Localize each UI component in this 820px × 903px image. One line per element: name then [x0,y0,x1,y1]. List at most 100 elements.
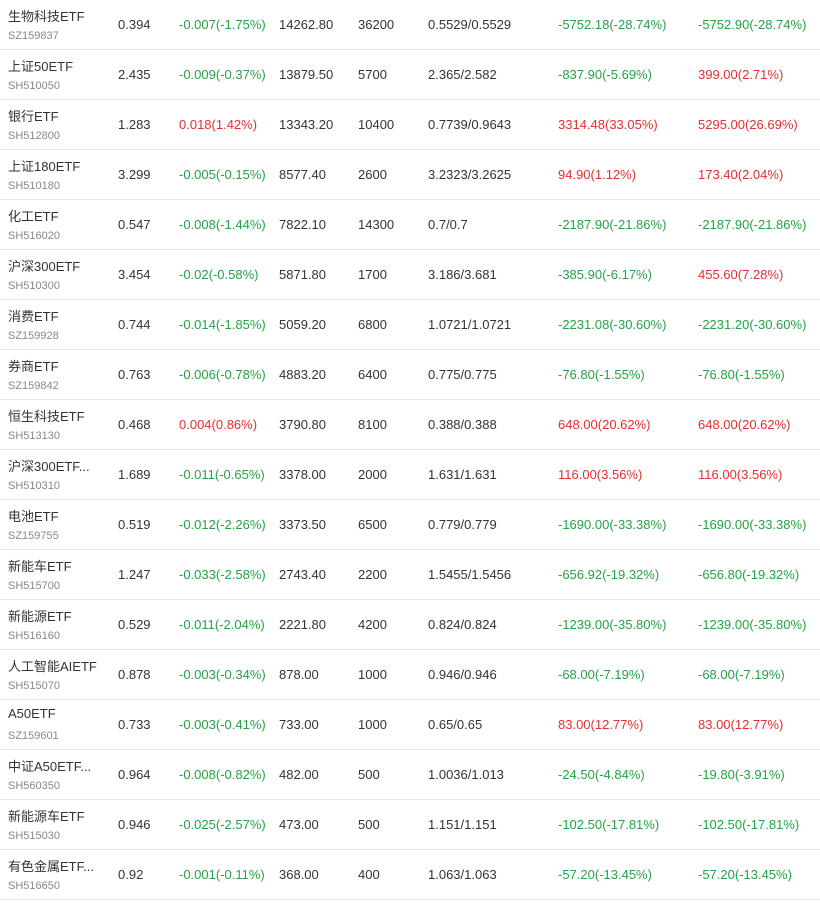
table-row[interactable]: A50ETF SZ159601 0.733 -0.003(-0.41%) 733… [0,700,820,750]
table-row[interactable]: 化工ETF SH516020 0.547 -0.008(-1.44%) 7822… [0,200,820,250]
market-value: 5059.20 [279,317,326,332]
market-value: 368.00 [279,867,319,882]
table-row[interactable]: 有色金属ETF... SH516650 0.92 -0.001(-0.11%) … [0,850,820,900]
table-row[interactable]: 生物科技ETF SZ159837 0.394 -0.007(-1.75%) 14… [0,0,820,50]
holding-quantity: 2200 [358,567,387,582]
security-cell: 新能车ETF SH515700 [8,550,108,599]
security-cell: 沪深300ETF SH510300 [8,250,108,299]
cost-price: 1.0036/1.013 [428,767,504,782]
security-cell: 人工智能AIETF SH515070 [8,650,108,699]
security-name[interactable]: 沪深300ETF [8,256,80,275]
security-code: SH516650 [8,880,60,892]
profit-loss-total: -656.80(-19.32%) [698,567,800,582]
cost-price: 1.151/1.151 [428,817,497,832]
table-row[interactable]: 银行ETF SH512800 1.283 0.018(1.42%) 13343.… [0,100,820,150]
table-row[interactable]: 新能车ETF SH515700 1.247 -0.033(-2.58%) 274… [0,550,820,600]
security-name[interactable]: 新能源ETF [8,606,72,625]
security-cell: 银行ETF SH512800 [8,100,108,149]
security-code: SH516020 [8,230,60,242]
security-name[interactable]: 券商ETF [8,356,59,375]
security-code: SH512800 [8,130,60,142]
profit-loss: -2231.08(-30.60%) [558,317,667,332]
holding-quantity: 6500 [358,517,387,532]
security-name[interactable]: 消费ETF [8,306,59,325]
latest-price: 0.946 [118,817,151,832]
price-change: -0.005(-0.15%) [179,167,266,182]
price-change: -0.009(-0.37%) [179,67,266,82]
holdings-table: 生物科技ETF SZ159837 0.394 -0.007(-1.75%) 14… [0,0,820,900]
security-cell: 上证180ETF SH510180 [8,150,108,199]
security-name[interactable]: A50ETF [8,706,56,721]
table-row[interactable]: 电池ETF SZ159755 0.519 -0.012(-2.26%) 3373… [0,500,820,550]
security-code: SH515700 [8,580,60,592]
security-code: SH515070 [8,680,60,692]
profit-loss-total: -68.00(-7.19%) [698,667,785,682]
profit-loss-total: 648.00(20.62%) [698,417,791,432]
security-name[interactable]: 生物科技ETF [8,6,85,25]
cost-price: 2.365/2.582 [428,67,497,82]
table-row[interactable]: 上证180ETF SH510180 3.299 -0.005(-0.15%) 8… [0,150,820,200]
table-row[interactable]: 沪深300ETF... SH510310 1.689 -0.011(-0.65%… [0,450,820,500]
table-row[interactable]: 中证A50ETF... SH560350 0.964 -0.008(-0.82%… [0,750,820,800]
security-name[interactable]: 上证50ETF [8,56,73,75]
profit-loss-total: 83.00(12.77%) [698,717,784,732]
profit-loss: -1690.00(-33.38%) [558,517,667,532]
price-change: 0.018(1.42%) [179,117,258,132]
profit-loss: 116.00(3.56%) [558,467,643,482]
security-cell: 电池ETF SZ159755 [8,500,108,549]
price-change: -0.011(-0.65%) [179,467,265,482]
profit-loss-total: -1690.00(-33.38%) [698,517,807,532]
security-name[interactable]: 电池ETF [8,506,59,525]
price-change: -0.003(-0.34%) [179,667,266,682]
cost-price: 0.779/0.779 [428,517,497,532]
security-name[interactable]: 新能车ETF [8,556,72,575]
table-row[interactable]: 上证50ETF SH510050 2.435 -0.009(-0.37%) 13… [0,50,820,100]
latest-price: 0.763 [118,367,151,382]
profit-loss-total: -2231.20(-30.60%) [698,317,807,332]
cost-price: 3.2323/3.2625 [428,167,512,182]
table-row[interactable]: 新能源车ETF SH515030 0.946 -0.025(-2.57%) 47… [0,800,820,850]
market-value: 13343.20 [279,117,334,132]
security-name[interactable]: 中证A50ETF... [8,756,91,775]
table-row[interactable]: 人工智能AIETF SH515070 0.878 -0.003(-0.34%) … [0,650,820,700]
price-change: -0.02(-0.58%) [179,267,259,282]
security-name[interactable]: 新能源车ETF [8,806,85,825]
market-value: 13879.50 [279,67,334,82]
table-row[interactable]: 恒生科技ETF SH513130 0.468 0.004(0.86%) 3790… [0,400,820,450]
security-cell: 恒生科技ETF SH513130 [8,400,108,449]
security-code: SH510180 [8,180,60,192]
security-name[interactable]: 人工智能AIETF [8,656,97,675]
security-name[interactable]: 沪深300ETF... [8,456,90,475]
security-name[interactable]: 恒生科技ETF [8,406,85,425]
profit-loss: 83.00(12.77%) [558,717,644,732]
holding-quantity: 2000 [358,467,387,482]
holding-quantity: 1000 [358,717,387,732]
market-value: 8577.40 [279,167,326,182]
table-row[interactable]: 新能源ETF SH516160 0.529 -0.011(-2.04%) 222… [0,600,820,650]
cost-price: 0.824/0.824 [428,617,497,632]
latest-price: 0.92 [118,867,144,882]
latest-price: 2.435 [118,67,151,82]
profit-loss-total: -5752.90(-28.74%) [698,17,807,32]
security-code: SH560350 [8,780,60,792]
latest-price: 0.733 [118,717,151,732]
table-row[interactable]: 消费ETF SZ159928 0.744 -0.014(-1.85%) 5059… [0,300,820,350]
price-change: -0.003(-0.41%) [179,717,266,732]
security-cell: 券商ETF SZ159842 [8,350,108,399]
table-row[interactable]: 沪深300ETF SH510300 3.454 -0.02(-0.58%) 58… [0,250,820,300]
security-code: SH515030 [8,830,60,842]
table-row[interactable]: 券商ETF SZ159842 0.763 -0.006(-0.78%) 4883… [0,350,820,400]
security-name[interactable]: 有色金属ETF... [8,856,94,875]
profit-loss-total: 5295.00(26.69%) [698,117,798,132]
security-name[interactable]: 银行ETF [8,106,59,125]
security-code: SZ159601 [8,730,59,742]
profit-loss: -57.20(-13.45%) [558,867,652,882]
latest-price: 0.519 [118,517,151,532]
security-cell: 上证50ETF SH510050 [8,50,108,99]
market-value: 2221.80 [279,617,326,632]
security-name[interactable]: 上证180ETF [8,156,80,175]
holding-quantity: 1700 [358,267,387,282]
security-name[interactable]: 化工ETF [8,206,59,225]
security-code: SZ159928 [8,330,59,342]
profit-loss-total: 116.00(3.56%) [698,467,783,482]
